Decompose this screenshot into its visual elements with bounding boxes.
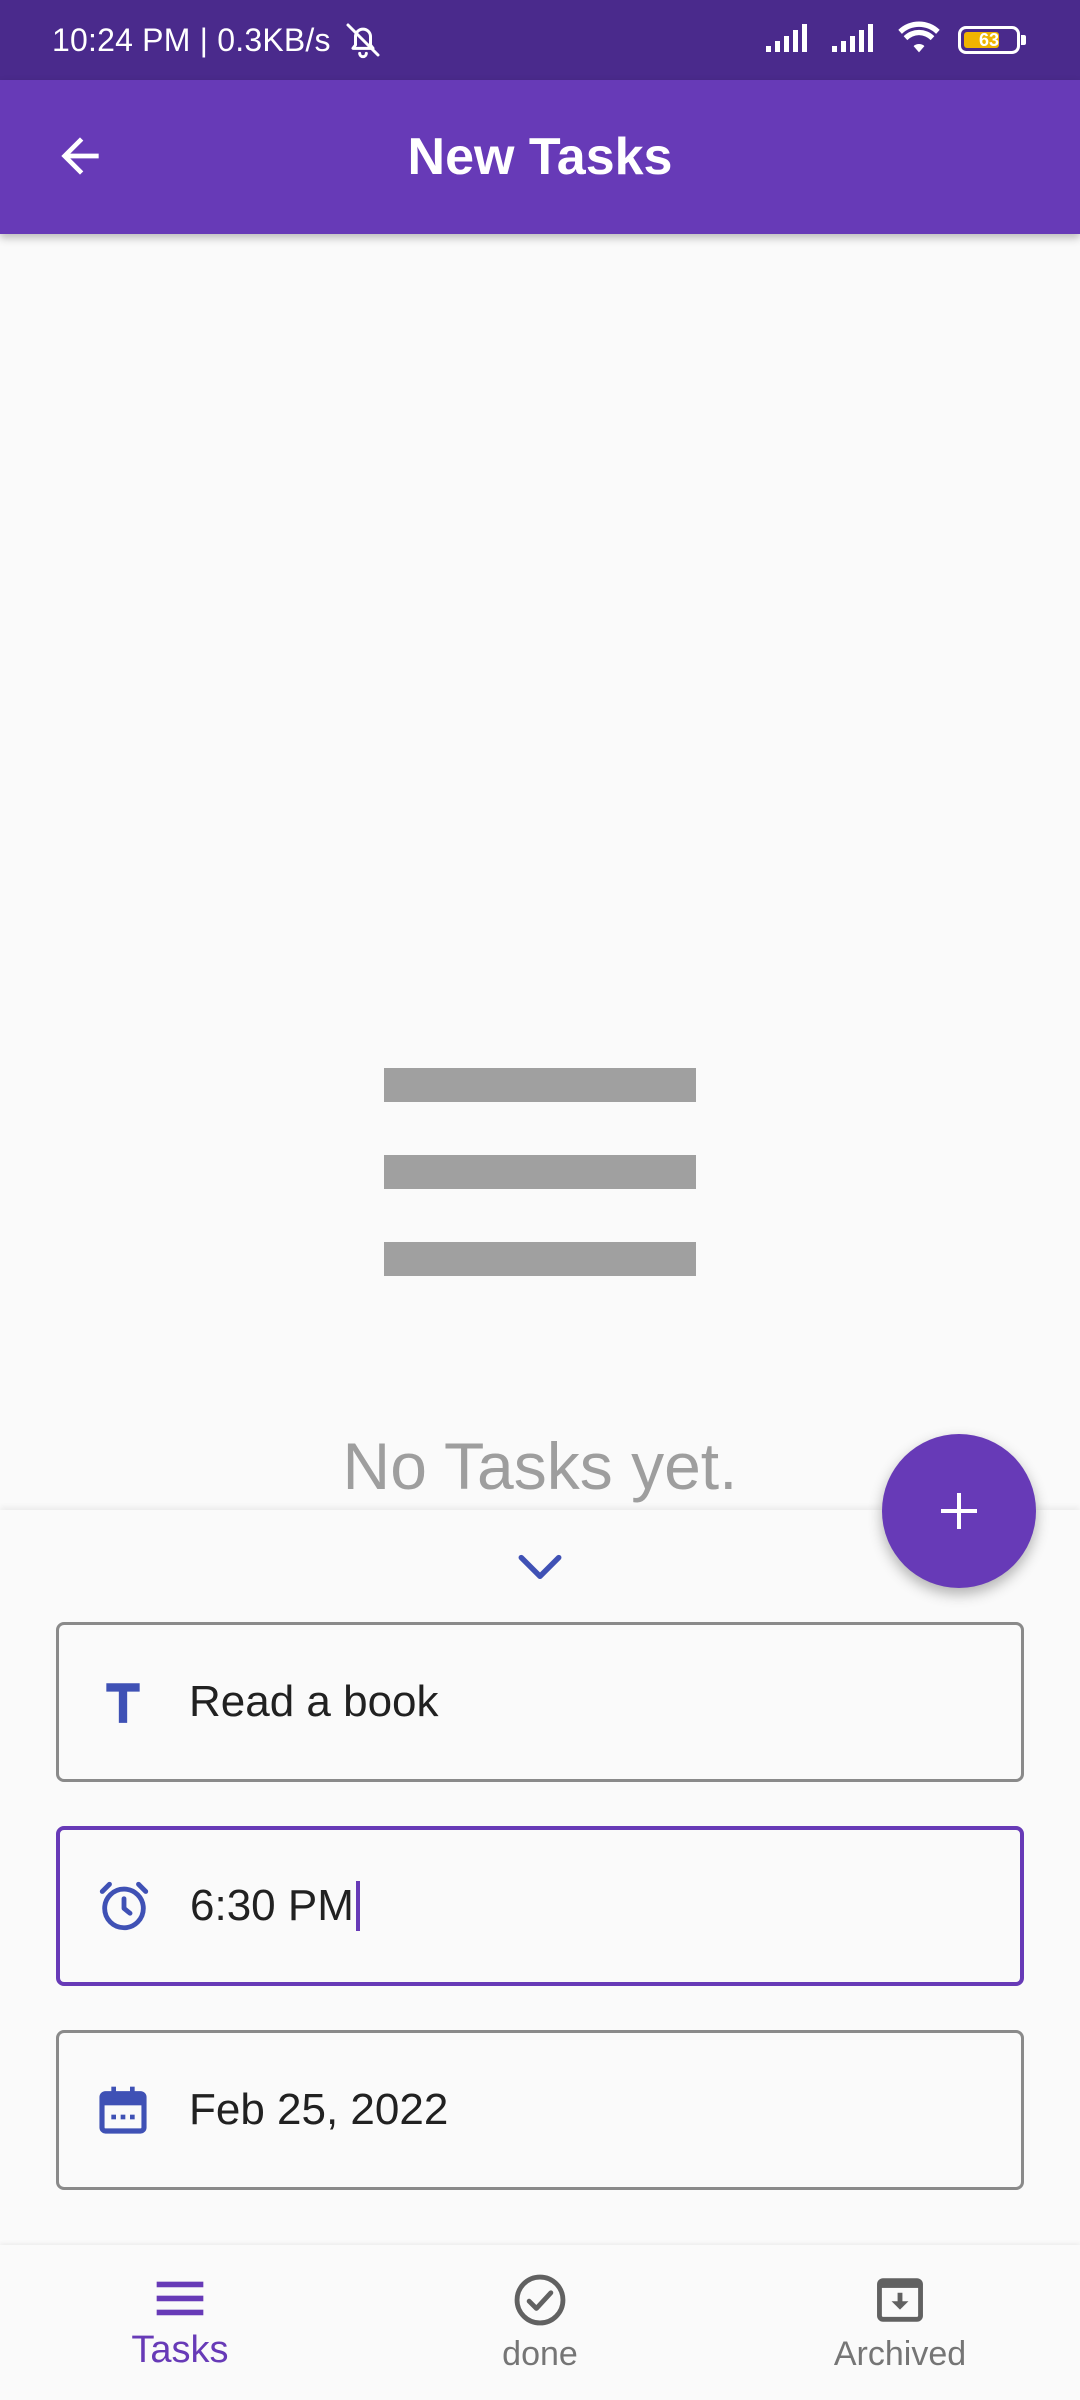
task-date-value: Feb 25, 2022 [189, 2085, 449, 2134]
bottom-navigation: Tasks done Archived [0, 2245, 1080, 2400]
task-title-field[interactable]: Read a book [56, 1622, 1024, 1782]
nav-item-archived[interactable]: Archived [720, 2245, 1080, 2400]
collapse-sheet-button[interactable] [500, 1538, 580, 1598]
nav-label-done: done [502, 2335, 578, 2373]
signal-icon [764, 22, 814, 59]
calendar-icon [93, 2080, 153, 2140]
arrow-back-icon [61, 137, 99, 175]
status-right: 63 [764, 0, 1026, 80]
plus-icon [941, 1493, 977, 1529]
empty-list-icon [384, 1068, 696, 1276]
wifi-icon [896, 20, 942, 61]
nav-label-tasks: Tasks [131, 2329, 229, 2371]
nav-item-done[interactable]: done [360, 2245, 720, 2400]
task-title-value: Read a book [189, 1677, 439, 1726]
nav-label-archived: Archived [833, 2335, 967, 2373]
back-button[interactable] [40, 116, 120, 196]
battery-icon: 63 [958, 26, 1026, 54]
signal-icon-2 [830, 22, 880, 59]
task-time-value: 6:30 PM [190, 1881, 360, 1931]
add-task-fab[interactable] [882, 1434, 1036, 1588]
menu-icon [156, 2281, 204, 2316]
check-circle-icon [514, 2274, 566, 2326]
bell-off-icon [341, 20, 385, 60]
title-icon [93, 1672, 153, 1732]
task-time-text: 6:30 PM [190, 1881, 354, 1930]
archive-icon [877, 2278, 923, 2322]
app-bar: New Tasks [0, 80, 1080, 234]
task-date-field[interactable]: Feb 25, 2022 [56, 2030, 1024, 2190]
status-bar: 10:24 PM | 0.3KB/s 63 [0, 0, 1080, 80]
status-left: 10:24 PM | 0.3KB/s [52, 0, 385, 80]
chevron-down-icon [518, 1554, 562, 1580]
task-time-field[interactable]: 6:30 PM [56, 1826, 1024, 1986]
status-time-info: 10:24 PM | 0.3KB/s [52, 21, 331, 58]
text-cursor [355, 1881, 360, 1931]
nav-item-tasks[interactable]: Tasks [0, 2245, 360, 2400]
page-title: New Tasks [407, 128, 673, 186]
alarm-icon [94, 1876, 154, 1936]
battery-level: 63 [978, 29, 1000, 50]
